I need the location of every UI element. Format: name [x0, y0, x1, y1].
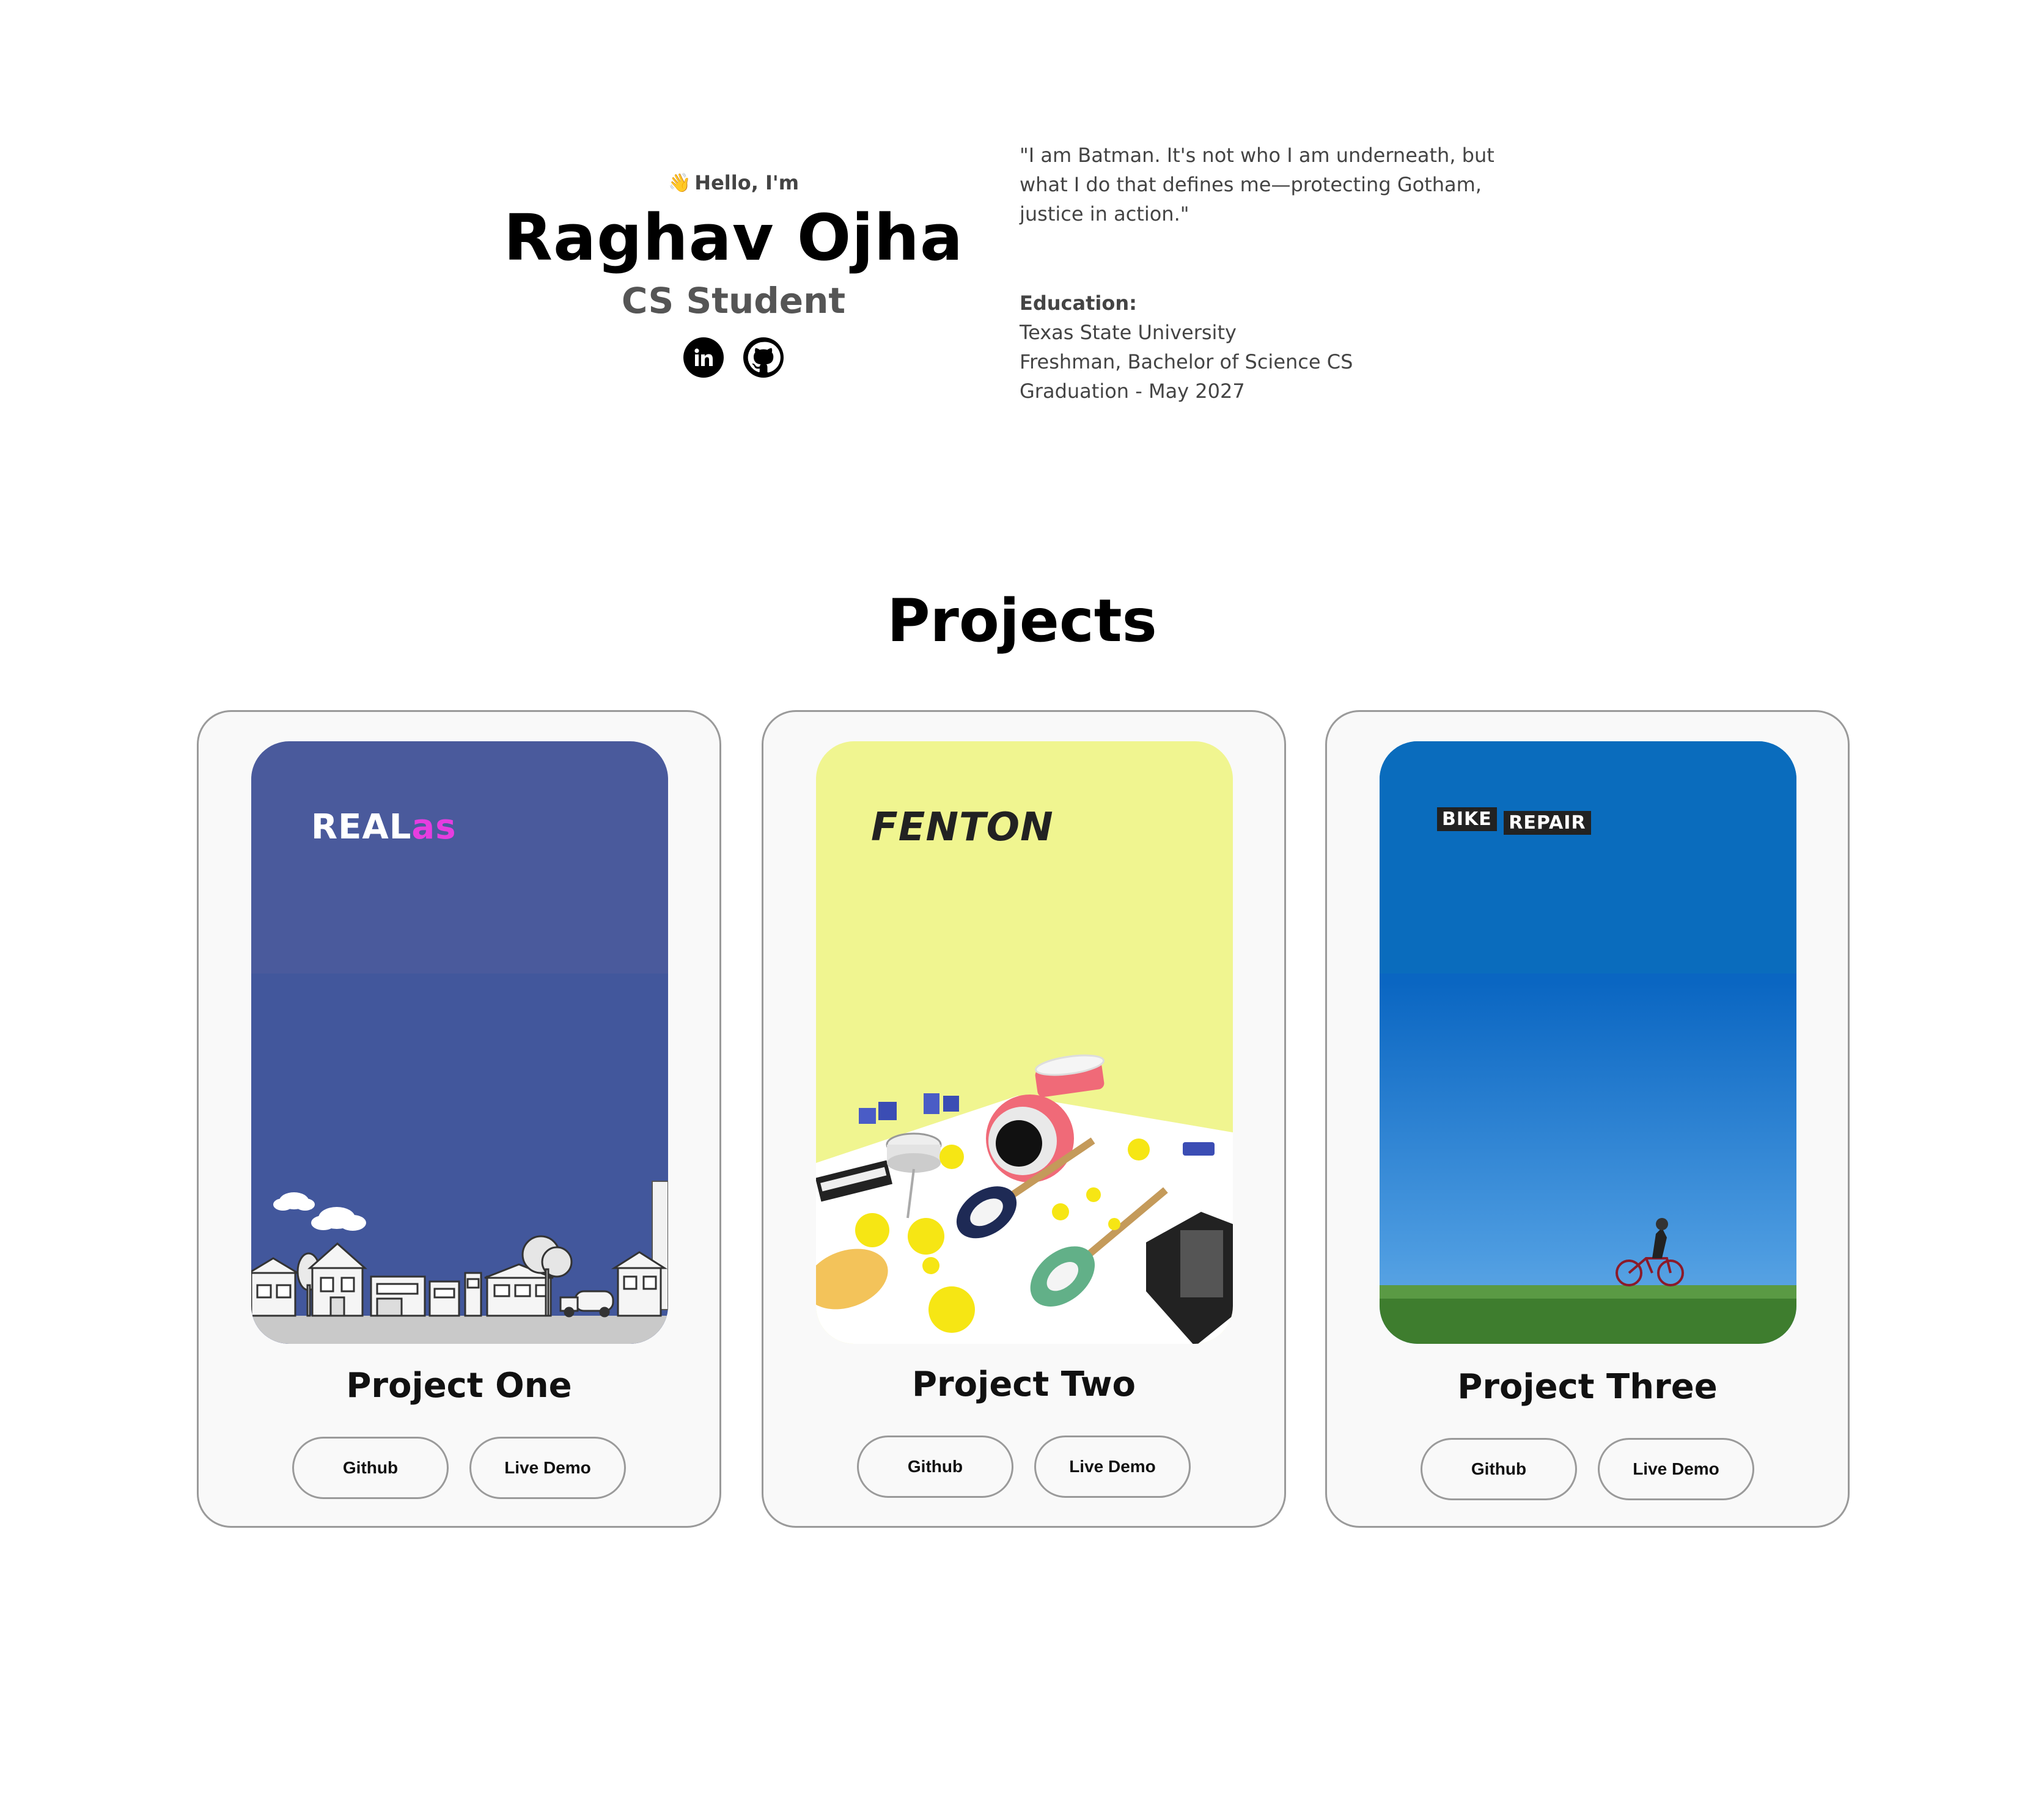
project-three-logo: BIKE REPAIR: [1437, 807, 1591, 835]
project-one-logo-real: REAL: [311, 807, 412, 847]
project-one-actions: Github Live Demo: [199, 1437, 719, 1499]
project-three-demo-button[interactable]: Live Demo: [1598, 1438, 1754, 1500]
project-three-title: Project Three: [1457, 1367, 1718, 1407]
project-card-three: BIKE REPAIR Project Three Github Live De…: [1325, 710, 1850, 1528]
project-one-logo: REALas: [311, 807, 457, 847]
project-three-logo-bike: BIKE: [1437, 807, 1497, 831]
quote-text: "I am Batman. It's not who I am undernea…: [1020, 144, 1494, 226]
hero-role: CS Student: [621, 280, 846, 322]
projects-heading: Projects: [887, 587, 1157, 655]
project-one-logo-as: as: [411, 807, 457, 847]
project-card-one: REALas Project One Github Live Demo: [197, 710, 721, 1528]
project-two-github-button[interactable]: Github: [857, 1436, 1013, 1498]
education-degree: Freshman, Bachelor of Science CS: [1020, 350, 1353, 373]
social-links: [477, 337, 990, 378]
project-one-demo-button[interactable]: Live Demo: [469, 1437, 626, 1499]
project-two-title: Project Two: [911, 1365, 1136, 1404]
education-heading: Education:: [1020, 292, 1137, 315]
project-two-logo: FENTON: [871, 805, 1054, 850]
education-school: Texas State University: [1020, 321, 1237, 344]
project-two-thumbnail[interactable]: FENTON: [816, 741, 1233, 1344]
wave-icon: 👋: [667, 172, 691, 194]
project-one-title: Project One: [346, 1366, 572, 1406]
project-three-github-button[interactable]: Github: [1421, 1438, 1577, 1500]
project-one-thumbnail[interactable]: REALas: [251, 741, 668, 1344]
project-three-logo-repair: REPAIR: [1504, 811, 1591, 835]
project-card-two: FENTON Project Two Github Live Demo: [762, 710, 1286, 1528]
project-one-github-button[interactable]: Github: [292, 1437, 449, 1499]
project-two-actions: Github Live Demo: [763, 1436, 1284, 1498]
hero-name: Raghav Ojha: [503, 200, 964, 275]
greeting-text: Hello, I'm: [694, 171, 800, 194]
project-three-actions: Github Live Demo: [1327, 1438, 1848, 1500]
education-graduation: Graduation - May 2027: [1020, 380, 1245, 403]
github-icon[interactable]: [743, 337, 784, 378]
about-section: "I am Batman. It's not who I am undernea…: [1020, 141, 1509, 406]
portfolio-page: 👋 Hello, I'm Raghav Ojha CS Student "I a…: [0, 0, 2044, 1793]
hero-intro: 👋 Hello, I'm Raghav Ojha CS Student: [477, 171, 990, 378]
project-two-demo-button[interactable]: Live Demo: [1034, 1436, 1191, 1498]
greeting: 👋 Hello, I'm: [668, 171, 799, 194]
project-three-thumbnail[interactable]: BIKE REPAIR: [1380, 741, 1796, 1344]
linkedin-icon[interactable]: [683, 337, 724, 378]
